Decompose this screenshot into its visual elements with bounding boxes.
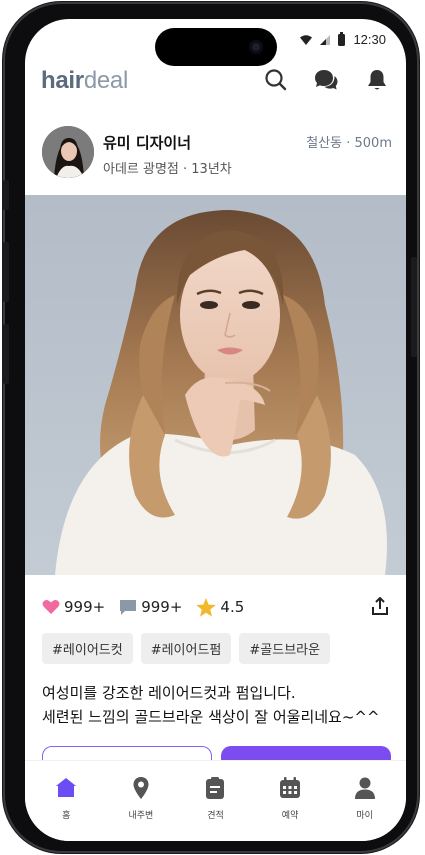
status-time: 12:30: [353, 32, 386, 47]
signal-icon: [320, 34, 331, 45]
comments-stat[interactable]: 999+: [119, 598, 182, 616]
home-icon: [56, 778, 77, 797]
rating-stat: 4.5: [196, 597, 245, 617]
hashtag-list: #레이어드컷 #레이어드펌 #골드브라운: [42, 633, 331, 664]
app-logo[interactable]: hairdeal: [41, 67, 128, 95]
phone-frame: 12:30 hairdeal 유미 디자이너 아데르 광명점 · 13년차 철산…: [3, 2, 419, 853]
bottom-tab-bar: 홈 내주변 견적 예약 마이: [25, 760, 406, 841]
hashtag-chip[interactable]: #레이어드펌: [140, 633, 232, 664]
dynamic-island: [155, 28, 277, 66]
designer-name: 유미 디자이너: [103, 134, 192, 152]
post-description: 여성미를 강조한 레이어드컷과 펌입니다. 세련된 느낌의 골드브라운 색상이 …: [42, 681, 392, 729]
person-icon: [354, 777, 375, 799]
camera-icon: [249, 40, 263, 54]
share-icon[interactable]: [370, 596, 390, 616]
tab-label: 홈: [62, 811, 71, 821]
tab-label: 내주변: [128, 811, 154, 821]
search-icon[interactable]: [263, 67, 289, 93]
tab-home[interactable]: 홈: [29, 761, 104, 841]
mute-switch: [3, 180, 9, 210]
volume-up-button: [3, 242, 9, 302]
tab-reservation[interactable]: 예약: [253, 761, 328, 841]
battery-icon: [338, 31, 346, 46]
status-bar: 12:30: [25, 19, 406, 66]
hairstyle-photo[interactable]: [25, 195, 406, 575]
tab-estimate[interactable]: 견적: [178, 761, 253, 841]
tab-label: 마이: [356, 811, 373, 821]
chat-icon[interactable]: [313, 67, 339, 93]
description-line: 세련된 느낌의 골드브라운 색상이 잘 어울리네요~^^: [42, 708, 380, 726]
description-line: 여성미를 강조한 레이어드컷과 펌입니다.: [42, 684, 296, 702]
location-distance: 철산동 · 500m: [306, 136, 392, 151]
likes-count: 999+: [64, 598, 106, 616]
power-button: [411, 257, 417, 357]
tab-nearby[interactable]: 내주변: [104, 761, 179, 841]
logo-bold-text: hair: [41, 67, 84, 94]
hashtag-chip[interactable]: #골드브라운: [239, 633, 331, 664]
bell-icon[interactable]: [364, 67, 390, 93]
hashtag-chip[interactable]: #레이어드컷: [42, 633, 133, 664]
tab-my[interactable]: 마이: [327, 761, 402, 841]
screen: 12:30 hairdeal 유미 디자이너 아데르 광명점 · 13년차 철산…: [25, 19, 406, 841]
heart-icon: [42, 600, 60, 614]
salon-info: 아데르 광명점 · 13년차: [103, 162, 232, 177]
volume-down-button: [3, 324, 9, 384]
app-header: hairdeal: [25, 65, 406, 99]
tab-label: 예약: [281, 811, 299, 821]
post-stats: 999+ 999+ 4.5: [42, 595, 392, 619]
calendar-icon: [280, 777, 301, 798]
comments-count: 999+: [141, 598, 183, 616]
comment-icon: [120, 599, 137, 615]
rating-value: 4.5: [220, 598, 245, 616]
designer-avatar[interactable]: [42, 126, 94, 178]
logo-light-text: deal: [83, 67, 129, 94]
tab-label: 견적: [207, 811, 224, 821]
star-icon: [196, 597, 217, 617]
designer-info[interactable]: 유미 디자이너 아데르 광명점 · 13년차 철산동 · 500m: [25, 126, 406, 182]
location-pin-icon: [133, 777, 149, 799]
wifi-icon: [300, 34, 313, 45]
likes-stat[interactable]: 999+: [42, 598, 105, 616]
clipboard-icon: [206, 777, 225, 799]
